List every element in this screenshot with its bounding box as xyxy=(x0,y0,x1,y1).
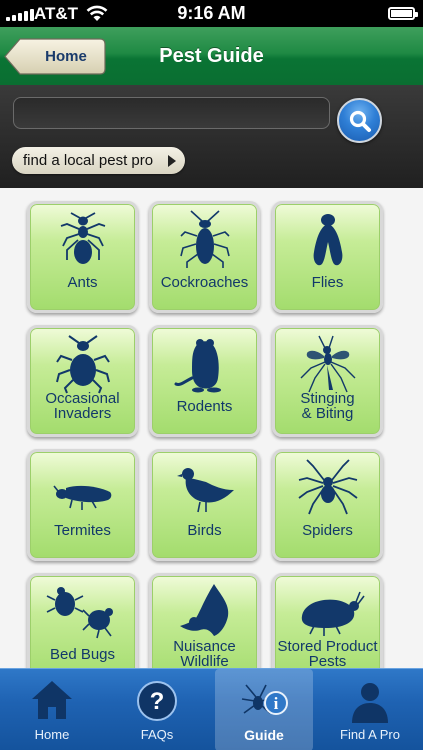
tab-label: FAQs xyxy=(140,727,174,742)
home-back-button[interactable]: Home xyxy=(4,38,106,75)
category-label: Termites xyxy=(54,522,111,539)
tab-guide[interactable]: i Guide xyxy=(215,669,313,750)
category-cockroaches[interactable]: Cockroaches xyxy=(149,201,260,313)
search-input[interactable] xyxy=(13,97,330,129)
svg-text:i: i xyxy=(274,694,279,713)
status-bar: AT&T 9:16 AM xyxy=(0,0,423,27)
tab-label: Home xyxy=(34,727,70,742)
ant-icon xyxy=(60,212,105,264)
category-label: Birds xyxy=(187,522,222,539)
category-termites[interactable]: Termites xyxy=(27,449,138,561)
category-birds[interactable]: Birds xyxy=(149,449,260,561)
category-label: Flies xyxy=(311,274,344,291)
pest-category-grid: Ants Cockroaches Flies Occasional Invade… xyxy=(0,188,423,668)
category-stinging-biting[interactable]: Stinging & Biting xyxy=(272,325,383,437)
person-icon xyxy=(352,683,388,723)
category-label: Bed Bugs xyxy=(49,646,116,663)
pigeon-icon xyxy=(176,468,234,513)
find-local-pro-label: find a local pest pro xyxy=(23,152,154,169)
home-back-label: Home xyxy=(45,48,87,65)
cockroach-icon xyxy=(179,210,230,268)
category-nuisance-wildlife[interactable]: Nuisance Wildlife xyxy=(149,573,260,668)
find-local-pro-button[interactable]: find a local pest pro xyxy=(12,147,185,174)
category-label: Ants xyxy=(67,274,98,291)
svg-text:?: ? xyxy=(150,688,165,715)
question-icon: ? xyxy=(137,681,177,721)
spider-info-icon: i xyxy=(241,684,288,715)
category-ants[interactable]: Ants xyxy=(27,201,138,313)
category-label: Stinging & Biting xyxy=(300,390,355,422)
category-label: Spiders xyxy=(302,522,353,539)
tab-label: Guide xyxy=(244,727,284,743)
category-label: Rodents xyxy=(176,398,233,415)
category-label: Cockroaches xyxy=(160,274,249,291)
category-label: Stored Product Pests xyxy=(277,638,378,668)
termite-icon xyxy=(52,485,111,510)
clock: 9:16 AM xyxy=(177,3,246,23)
category-label: Nuisance Wildlife xyxy=(173,638,236,668)
category-spiders[interactable]: Spiders xyxy=(272,449,383,561)
page-title: Pest Guide xyxy=(159,45,264,67)
bed-bug-icon xyxy=(46,587,113,639)
weevil-icon xyxy=(301,591,365,636)
category-rodents[interactable]: Rodents xyxy=(149,325,260,437)
navigation-bar: Home Pest Guide xyxy=(0,27,423,85)
mosquito-icon xyxy=(300,335,355,393)
magnifier-icon xyxy=(349,110,371,132)
search-button[interactable] xyxy=(337,98,382,143)
tab-bar: Home ? FAQs i Guide Find A Pro xyxy=(0,668,423,750)
house-icon xyxy=(32,681,72,719)
category-bed-bugs[interactable]: Bed Bugs xyxy=(27,573,138,668)
category-occasional-invaders[interactable]: Occasional Invaders xyxy=(27,325,138,437)
spider-icon xyxy=(297,459,358,515)
search-panel: find a local pest pro xyxy=(0,85,423,188)
fly-icon xyxy=(313,214,342,266)
tab-find-a-pro[interactable]: Find A Pro xyxy=(318,669,422,750)
beetle-icon xyxy=(55,335,110,394)
category-label: Occasional Invaders xyxy=(45,390,120,422)
category-flies[interactable]: Flies xyxy=(272,201,383,313)
category-stored-product-pests[interactable]: Stored Product Pests xyxy=(272,573,383,668)
bat-icon xyxy=(179,584,228,636)
tab-faqs[interactable]: ? FAQs xyxy=(105,669,209,750)
rodent-icon xyxy=(174,339,221,393)
play-arrow-icon xyxy=(168,155,176,167)
battery-icon xyxy=(388,7,418,20)
tab-label: Find A Pro xyxy=(340,727,400,742)
tab-home[interactable]: Home xyxy=(0,669,104,750)
